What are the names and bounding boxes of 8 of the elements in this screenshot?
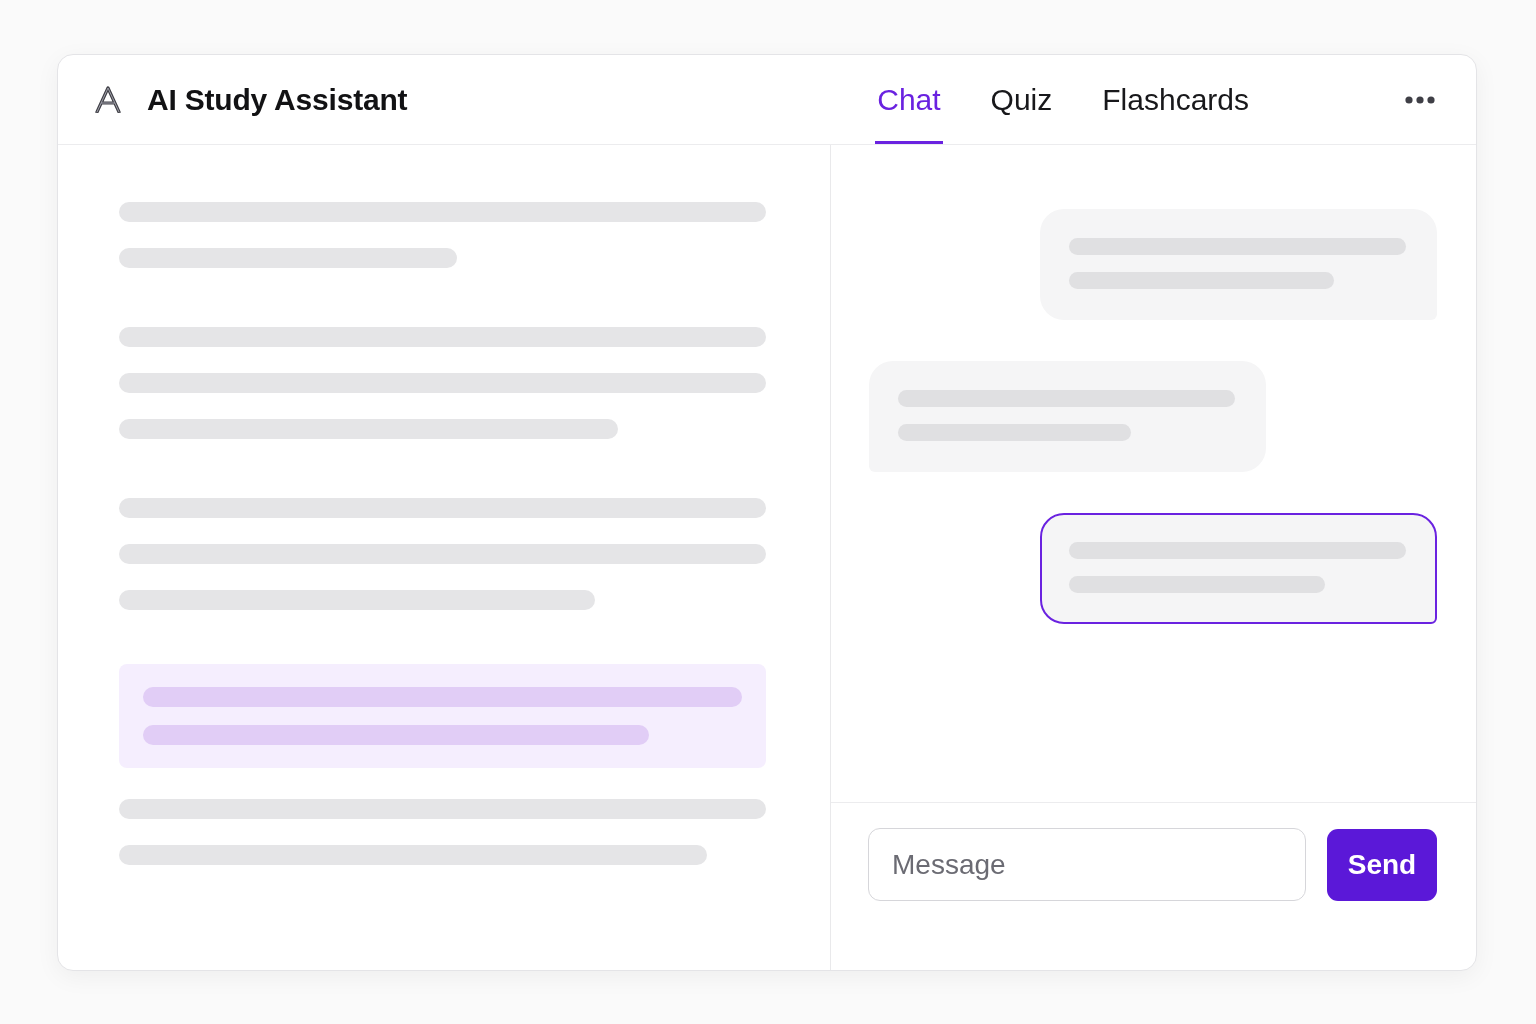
logo-icon	[95, 86, 121, 113]
tab[interactable]: Chat	[875, 55, 943, 144]
tab[interactable]: Flashcards	[1100, 55, 1251, 144]
more-icon[interactable]	[1405, 95, 1435, 104]
tab[interactable]: Quiz	[988, 55, 1055, 144]
app-title: AI Study Assistant	[147, 82, 408, 117]
send-button[interactable]: Send	[1327, 829, 1437, 901]
message-input[interactable]: Message	[868, 828, 1306, 901]
